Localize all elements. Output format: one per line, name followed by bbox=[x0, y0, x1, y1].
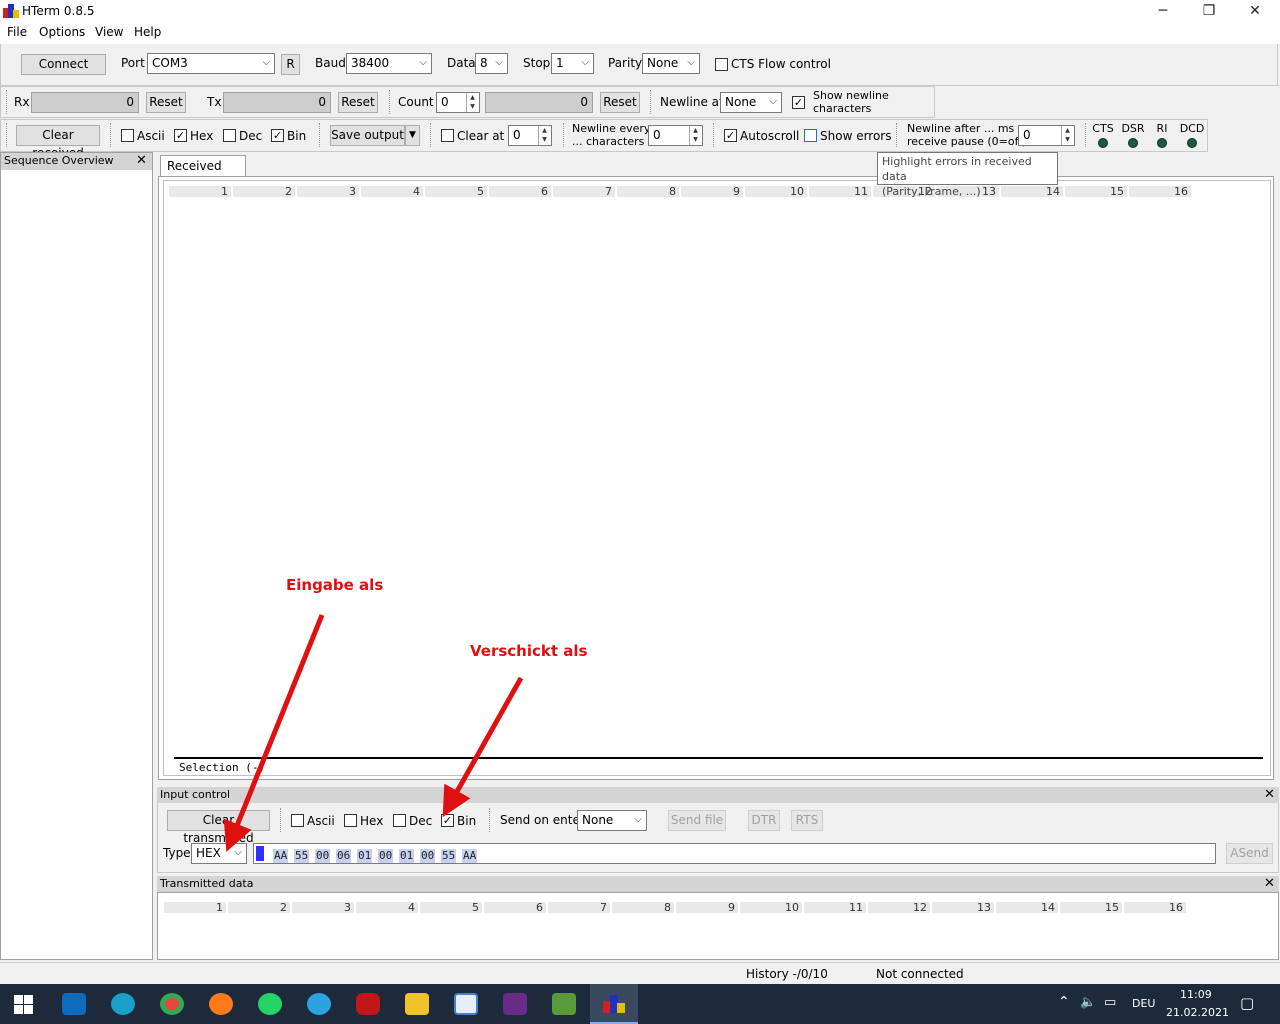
language-indicator[interactable]: DEU bbox=[1132, 997, 1155, 1010]
arrow-to-bin-checkbox bbox=[442, 676, 524, 818]
network-icon[interactable]: ▭ bbox=[1104, 995, 1116, 1010]
arrow-to-type-select bbox=[223, 614, 325, 852]
clock-date[interactable]: 21.02.2021 bbox=[1166, 1006, 1229, 1019]
notepad-plus-icon[interactable] bbox=[552, 993, 576, 1015]
whatsapp-icon[interactable] bbox=[258, 993, 282, 1015]
calendar-icon[interactable] bbox=[454, 993, 478, 1015]
app-red-icon[interactable] bbox=[356, 993, 380, 1015]
clock-time[interactable]: 11:09 bbox=[1180, 988, 1212, 1001]
file-explorer-icon[interactable] bbox=[405, 993, 429, 1015]
volume-icon[interactable]: 🔈 bbox=[1080, 995, 1096, 1010]
pdf-icon[interactable] bbox=[503, 993, 527, 1015]
firefox-icon[interactable] bbox=[209, 993, 233, 1015]
start-windows-icon[interactable] bbox=[14, 995, 34, 1015]
annotation-arrows bbox=[223, 614, 524, 852]
hterm-taskbar-icon bbox=[603, 995, 625, 1013]
notification-icon[interactable]: ▢ bbox=[1240, 994, 1254, 1012]
chrome-icon[interactable] bbox=[160, 993, 184, 1015]
tray-chevron-up-icon[interactable]: ⌃ bbox=[1058, 994, 1070, 1010]
telegram-icon[interactable] bbox=[307, 993, 331, 1015]
outlook-icon[interactable] bbox=[62, 993, 86, 1015]
edge-icon[interactable] bbox=[111, 993, 135, 1015]
